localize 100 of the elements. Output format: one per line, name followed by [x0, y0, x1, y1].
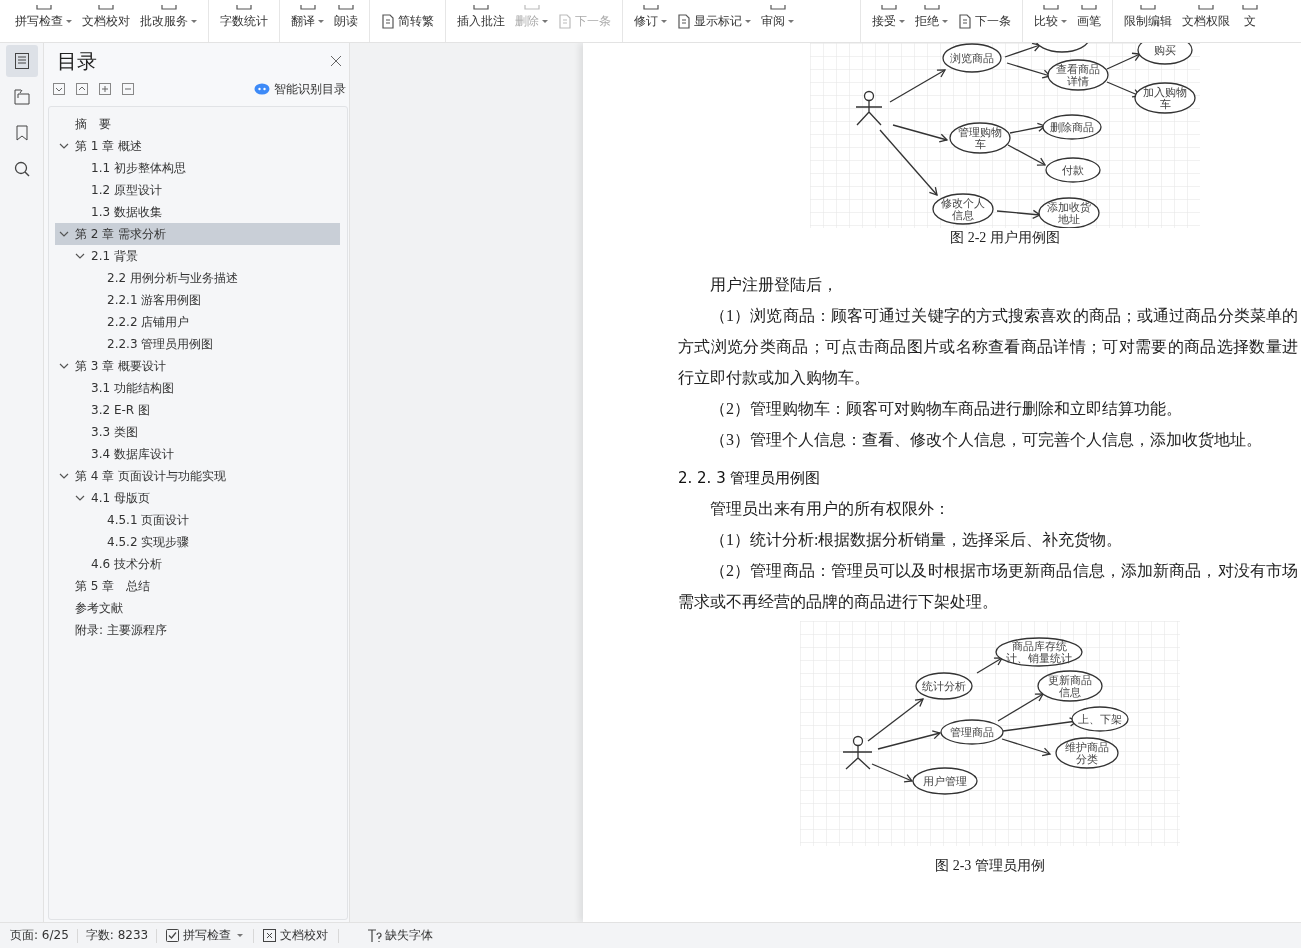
toc-item[interactable]: 3.3 类图: [55, 421, 340, 443]
toolbar-button[interactable]: 接受: [870, 0, 907, 42]
toolbar-button[interactable]: 拼写检查: [13, 0, 74, 42]
toolbar-icon: [158, 5, 179, 11]
use-case-node: 购买: [1137, 43, 1193, 65]
toolbar-button[interactable]: 文: [1238, 0, 1262, 42]
close-icon[interactable]: [329, 54, 343, 68]
missing-fonts-button[interactable]: 缺失字体: [367, 927, 434, 944]
chevron-down-icon: [75, 493, 85, 503]
figure-caption: 图 2-2 用户用例图: [950, 229, 1060, 247]
toolbar-icon: [1138, 5, 1158, 11]
arrow: [1007, 144, 1046, 166]
toc-item[interactable]: 参考文献: [55, 597, 340, 619]
toolbar-icon: [96, 5, 116, 11]
caret-icon: [942, 19, 948, 23]
toolbar-icon: [640, 5, 661, 11]
body-paragraph: （2）管理商品：管理员可以及时根据市场更新商品信息，添加新商品，对没有市场需求或不再经营的品牌的商品进行下架处理。: [678, 561, 1298, 612]
toolbar-button[interactable]: 修订: [632, 0, 669, 42]
toolbar-button[interactable]: 比较: [1032, 0, 1069, 42]
toc-item[interactable]: 2.1 背景: [55, 245, 340, 267]
toc-item[interactable]: 3.4 数据库设计: [55, 443, 340, 465]
caret-icon: [899, 19, 905, 23]
toc-item[interactable]: 3.1 功能结构图: [55, 377, 340, 399]
toolbar-button[interactable]: 字数统计: [218, 0, 270, 42]
caret-icon: [66, 19, 72, 23]
toc-item[interactable]: 4.6 技术分析: [55, 553, 340, 575]
body-paragraph: （1）统计分析:根据数据分析销量，选择采后、补充货物。: [709, 530, 1124, 550]
toc-item[interactable]: 2.2.3 管理员用例图: [55, 333, 340, 355]
toolbar-icon: [336, 5, 356, 11]
toolbar-button[interactable]: 限制编辑: [1122, 0, 1174, 42]
arrow: [1009, 122, 1046, 134]
smart-toc-button[interactable]: 智能识别目录: [254, 80, 346, 98]
toolbar-button[interactable]: 下一条: [956, 0, 1013, 42]
body-paragraph: （1）浏览商品：顾客可通过关键字的方式搜索喜欢的商品；或通过商品分类菜单的方式浏览分类商品；可点击商品图片或名称查看商品详情；可对需要的商品选择数量进行立即付款或加入购物车。: [678, 306, 1298, 388]
toc-item[interactable]: 1.3 数据收集: [55, 201, 340, 223]
toc-item[interactable]: 第 2 章 需求分析: [55, 223, 340, 245]
body-paragraph: 用户注册登陆后，: [709, 275, 839, 295]
minus-icon[interactable]: [122, 83, 134, 95]
arrow: [1106, 52, 1141, 70]
toc-item[interactable]: 附录: 主要源程序: [55, 619, 340, 641]
use-case-node: 添加收货地址: [1038, 197, 1100, 228]
plus-icon[interactable]: [99, 83, 111, 95]
document-icon: [381, 13, 395, 29]
caret-icon: [237, 934, 244, 937]
expand-all-icon[interactable]: [76, 83, 88, 95]
toolbar-button[interactable]: 拒绝: [913, 0, 950, 42]
use-case-node: 上、下架: [1071, 706, 1129, 732]
collapse-all-icon[interactable]: [53, 83, 65, 95]
toolbar-button[interactable]: 显示标记: [675, 0, 753, 42]
toolbar-button[interactable]: 批改服务: [138, 0, 199, 42]
toc-item[interactable]: 2.2.2 店铺用户: [55, 311, 340, 333]
toolbar-button[interactable]: 翻译: [289, 0, 326, 42]
toc-item[interactable]: 摘 要: [55, 113, 340, 135]
use-case-node: 更新商品信息: [1037, 670, 1103, 702]
toolbar-button[interactable]: 画笔: [1075, 0, 1103, 42]
toolbar-button[interactable]: 审阅: [759, 0, 796, 42]
sidebar-tab[interactable]: [5, 45, 38, 77]
toolbar-icon: [767, 5, 788, 11]
toc-item[interactable]: 第 1 章 概述: [55, 135, 340, 157]
toc-item[interactable]: 3.2 E-R 图: [55, 399, 340, 421]
use-case-node: 统计分析: [915, 672, 973, 700]
toc-item[interactable]: 第 5 章 总结: [55, 575, 340, 597]
use-case-node: 商品库存统计、销量统计: [995, 637, 1083, 667]
toolbar-button[interactable]: 文档权限: [1180, 0, 1232, 42]
panel-title: 目录: [57, 47, 97, 75]
chevron-down-icon: [59, 229, 69, 239]
proofread-button[interactable]: 文档校对: [262, 927, 329, 944]
arrow: [1001, 738, 1051, 757]
toc-item[interactable]: 2.2.1 游客用例图: [55, 289, 340, 311]
toc-item[interactable]: 4.5.2 实现步骤: [55, 531, 340, 553]
toc-item[interactable]: 1.2 原型设计: [55, 179, 340, 201]
toolbar-button[interactable]: 文档校对: [80, 0, 132, 42]
toc-item[interactable]: 2.2 用例分析与业务描述: [55, 267, 340, 289]
use-case-node: 删除商品: [1042, 114, 1102, 140]
toc-item[interactable]: 第 3 章 概要设计: [55, 355, 340, 377]
toolbar-button[interactable]: 朗读: [332, 0, 360, 42]
toolbar-icon: [1040, 5, 1061, 11]
toc-item[interactable]: 4.5.1 页面设计: [55, 509, 340, 531]
document-icon: [558, 13, 572, 29]
toolbar-icon: [1196, 5, 1216, 11]
arrow: [889, 69, 946, 103]
arrow: [1006, 62, 1051, 79]
toolbar-icon: [33, 5, 54, 11]
caret-icon: [745, 19, 751, 23]
toc-item[interactable]: 第 4 章 页面设计与功能实现: [55, 465, 340, 487]
toolbar-icon: [921, 5, 942, 11]
caret-icon: [661, 19, 667, 23]
spellcheck-button[interactable]: 拼写检查: [165, 927, 244, 944]
use-case-node: 浏览商品: [942, 43, 1002, 73]
toc-item[interactable]: 4.1 母版页: [55, 487, 340, 509]
cloud-face-icon: [254, 83, 270, 95]
toolbar-icon: [297, 5, 318, 11]
document-icon: [677, 13, 691, 29]
body-paragraph: 管理员出来有用户的所有权限外：: [709, 499, 951, 519]
toolbar-button[interactable]: 插入批注: [455, 0, 507, 42]
toc-item[interactable]: 1.1 初步整体构思: [55, 157, 340, 179]
toolbar-button[interactable]: 简转繁: [379, 0, 436, 42]
use-case-node: 加入购物车: [1134, 82, 1196, 114]
chevron-down-icon: [59, 471, 69, 481]
use-case-node: 管理购物车: [949, 122, 1011, 154]
